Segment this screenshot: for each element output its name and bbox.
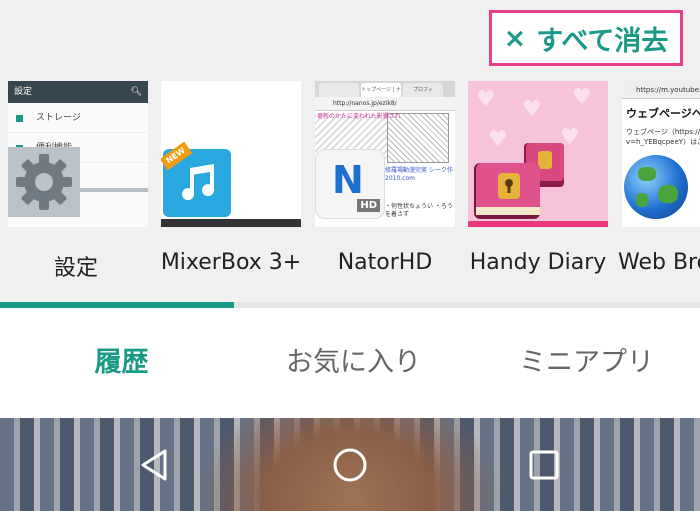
recent-apps-row: 設定 🔍︎ ストレージ 便利機能 設定: [0, 76, 700, 302]
settings-header: 設定 🔍︎: [8, 81, 148, 103]
settings-row: ストレージ: [8, 103, 148, 133]
back-icon[interactable]: [130, 440, 180, 490]
gear-icon: [8, 147, 80, 217]
body-text: 更新のかたに変われた影響され: [317, 113, 401, 120]
browser-tabs: トップページ | ナノ プロフィ: [315, 81, 455, 97]
app-label-handydiary[interactable]: Handy Diary: [461, 250, 615, 275]
settings-row-label: ストレージ: [36, 113, 81, 123]
music-note-icon: NEW: [161, 141, 231, 217]
tab-mini-apps[interactable]: ミニアプリ: [470, 340, 700, 379]
web-text: ウェブページ（https://m.yo v=h_YEBqcpeeY）はこの: [626, 127, 700, 147]
link-text: 修羅場動漫完実 シーク作 2010.com: [385, 167, 453, 182]
url-bar: https://m.youtube.co: [622, 81, 700, 99]
app-thumbnail-settings[interactable]: 設定 🔍︎ ストレージ 便利機能: [8, 81, 148, 227]
clear-all-button[interactable]: × すべて消去: [489, 10, 683, 66]
diary-book-icon: [474, 143, 564, 219]
globe-icon: [624, 155, 688, 219]
app-thumbnail-mixerbox[interactable]: NEW: [161, 81, 301, 227]
app-thumbnail-webbrowser[interactable]: https://m.youtube.co ウェブページへの ウェブページ（htt…: [622, 81, 700, 227]
app-label-settings[interactable]: 設定: [0, 250, 153, 282]
browser-tab: [319, 83, 359, 97]
home-icon[interactable]: [325, 440, 375, 490]
app-label-natorhd[interactable]: NatorHD: [308, 250, 462, 275]
web-text-line: ウェブページ（https://m.yo: [626, 128, 700, 136]
navigation-bar: [0, 418, 700, 511]
app-thumbnail-natorhd[interactable]: トップページ | ナノ プロフィ http://nanos.jp/ezik8/ …: [315, 81, 455, 227]
thumbnail-bottom-bar: [468, 221, 608, 227]
browser-tab: トップページ | ナノ: [361, 83, 401, 97]
natorhd-app-icon: N HD: [315, 149, 385, 219]
small-text: ・何性状ちょうい ・ろうを着さず: [385, 203, 453, 218]
clear-all-label: すべて消去: [536, 25, 669, 57]
tab-bar: 履歴 お気に入り ミニアプリ: [0, 302, 700, 418]
tab-favorites[interactable]: お気に入り: [237, 340, 470, 379]
thumbnail-bottom-bar: [161, 219, 301, 227]
web-page-title: ウェブページへの: [626, 107, 700, 120]
recents-icon[interactable]: [519, 440, 569, 490]
app-thumbnail-handydiary[interactable]: ♥ ♥ ♥ ♥ ♥: [468, 81, 608, 227]
storage-icon: [16, 115, 23, 122]
app-label-webbrowser[interactable]: Web Bro: [618, 250, 700, 275]
settings-thumb-title: 設定: [14, 87, 33, 97]
app-label-mixerbox[interactable]: MixerBox 3+: [154, 250, 308, 275]
url-bar: http://nanos.jp/ezik8/: [315, 97, 455, 111]
heart-icon: ♥: [572, 85, 592, 110]
web-text-line: v=h_YEBqcpeeY）はこの: [626, 138, 700, 146]
icon-letter: N: [332, 158, 364, 202]
divider: [80, 188, 148, 192]
manga-image: [387, 113, 449, 163]
hd-badge: HD: [357, 199, 380, 212]
tab-indicator: [0, 302, 234, 308]
search-icon: 🔍︎: [130, 87, 142, 97]
browser-tab: プロフィ: [403, 83, 443, 97]
close-icon: ×: [503, 22, 527, 54]
heart-icon: ♥: [522, 97, 542, 122]
top-bar: × すべて消去: [0, 0, 700, 76]
tab-history[interactable]: 履歴: [5, 340, 238, 379]
heart-icon: ♥: [476, 87, 496, 112]
